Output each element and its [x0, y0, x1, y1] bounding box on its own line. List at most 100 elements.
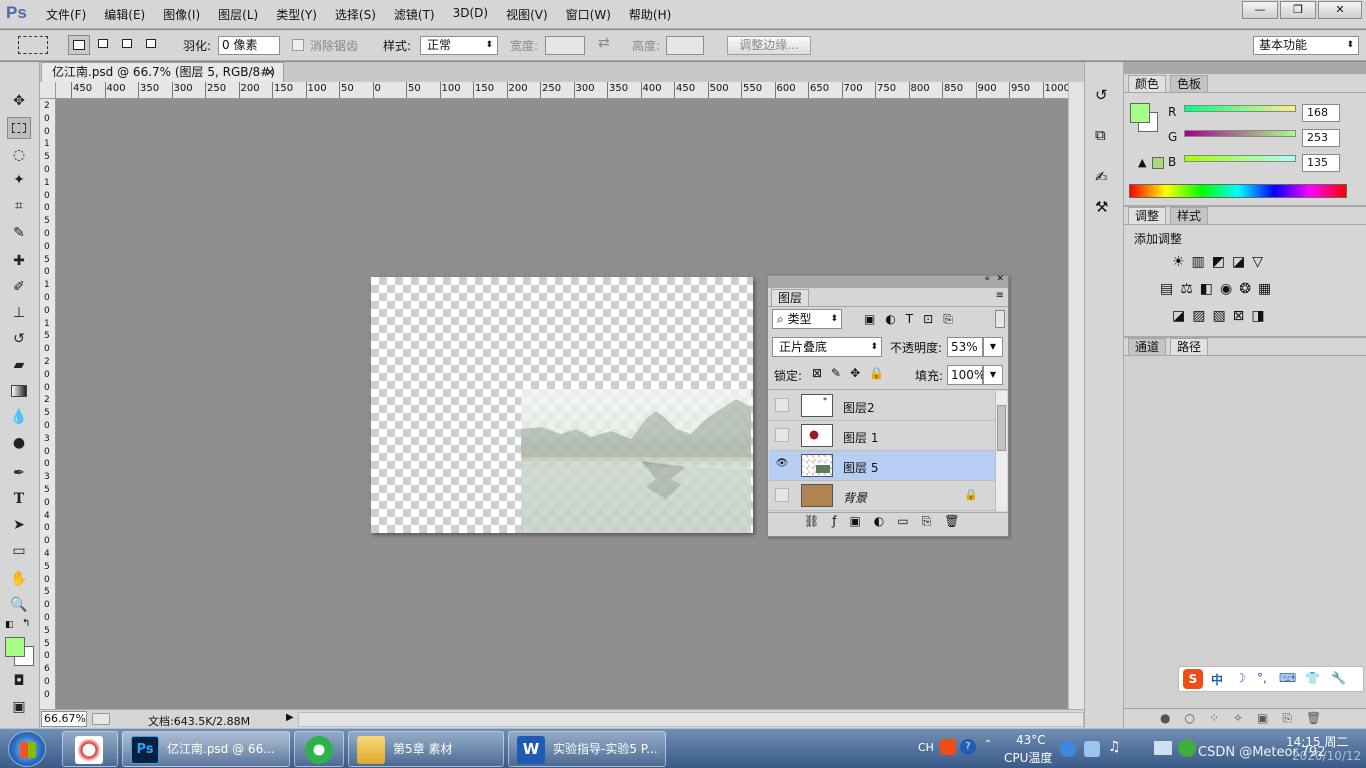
layer-name[interactable]: 图层2	[843, 399, 875, 416]
taskbar-app-folder[interactable]: 第5章 素材	[348, 731, 504, 767]
layer-filter-select[interactable]: ⌕ 类型 ⬍	[772, 309, 842, 329]
swap-colors-icon[interactable]: ↰	[22, 618, 30, 629]
healing-brush-icon[interactable]: ✚	[7, 250, 31, 272]
taskbar-app-photoshop[interactable]: Ps 亿江南.psd @ 66...	[122, 731, 290, 767]
tab-layers[interactable]: 图层	[771, 289, 810, 306]
tab-color[interactable]: 颜色	[1128, 75, 1167, 92]
channel-r-slider[interactable]	[1184, 105, 1296, 112]
lock-icons[interactable]: ⊠✎✥🔒	[812, 366, 893, 380]
gamut-warning-icon[interactable]: ▲	[1138, 156, 1146, 169]
width-input[interactable]	[545, 36, 585, 55]
security-tray-icon[interactable]	[1084, 741, 1100, 757]
color-fg-swatch[interactable]	[1130, 103, 1150, 123]
layers-scrollbar[interactable]	[995, 391, 1007, 511]
adjustment-icons-row2[interactable]: ▤⚖◧◉❂▦	[1160, 281, 1278, 297]
horizontal-scrollbar[interactable]	[298, 712, 1084, 727]
lasso-tool-icon[interactable]: ◌	[7, 144, 31, 166]
channel-b-slider[interactable]	[1184, 155, 1296, 162]
close-tab-icon[interactable]: ×	[265, 63, 275, 81]
notification-icon[interactable]: ♫	[1108, 739, 1121, 755]
ime-toolbar[interactable]: S 中 ☽ °, ⌨ 👕 🔧	[1178, 666, 1364, 692]
blend-mode-select[interactable]: 正片叠底 ⬍	[772, 337, 882, 357]
skin-icon[interactable]: 👕	[1305, 671, 1320, 685]
export-icon[interactable]	[92, 713, 110, 725]
eyedropper-icon[interactable]: ✎	[7, 222, 31, 244]
tray-app-icon[interactable]	[1060, 741, 1076, 757]
menu-type[interactable]: 类型(Y)	[276, 6, 325, 23]
wrench-icon[interactable]: 🔧	[1331, 671, 1346, 685]
marquee-tool-icon[interactable]	[7, 117, 31, 139]
clock-date[interactable]: 2020/10/12	[1292, 749, 1361, 763]
paths-list[interactable]	[1124, 356, 1366, 708]
path-selection-icon[interactable]: ➤	[7, 514, 31, 536]
tool-presets-icon[interactable]: ⚒	[1095, 198, 1108, 216]
shape-tool-icon[interactable]: ▭	[7, 540, 31, 562]
visibility-toggle[interactable]	[775, 428, 789, 442]
punctuation-icon[interactable]: °,	[1257, 671, 1267, 685]
color-spectrum[interactable]	[1129, 184, 1347, 198]
layer-name[interactable]: 图层 5	[843, 459, 878, 476]
hand-tool-icon[interactable]: ✋	[7, 568, 31, 590]
document-canvas[interactable]	[371, 277, 753, 533]
vertical-scrollbar[interactable]	[1068, 82, 1084, 709]
default-colors-icon[interactable]: ◧	[5, 620, 14, 630]
screen-mode-icon[interactable]: ▣	[7, 696, 31, 718]
opacity-dropdown-icon[interactable]: ▼	[983, 337, 1003, 357]
layer-name[interactable]: 背景	[843, 489, 867, 506]
channel-b-input[interactable]: 135	[1302, 154, 1340, 172]
eraser-tool-icon[interactable]: ▰	[7, 354, 31, 376]
menu-layer[interactable]: 图层(L)	[218, 6, 266, 23]
menu-3d[interactable]: 3D(D)	[453, 6, 496, 23]
history-icon[interactable]: ↺	[1095, 86, 1108, 104]
add-selection-icon[interactable]	[94, 35, 116, 55]
layer-filter-icons[interactable]: ▣◐T⊡⎘	[864, 312, 963, 327]
blur-tool-icon[interactable]: 💧	[7, 406, 31, 428]
update-tray-icon[interactable]	[1178, 739, 1196, 757]
layer-row[interactable]: 背景 🔒	[769, 481, 995, 511]
menu-help[interactable]: 帮助(H)	[629, 6, 679, 23]
type-tool-icon[interactable]: T	[7, 488, 31, 510]
document-tab[interactable]: 亿江南.psd @ 66.7% (图层 5, RGB/8#) * ×	[41, 62, 284, 97]
tab-swatches[interactable]: 色板	[1170, 75, 1209, 92]
close-button[interactable]: ✕	[1318, 1, 1362, 19]
menu-edit[interactable]: 编辑(E)	[104, 6, 153, 23]
zoom-tool-icon[interactable]: 🔍	[7, 594, 31, 616]
quick-mask-icon[interactable]: ◘	[7, 670, 31, 692]
taskbar-app-360[interactable]	[294, 731, 344, 767]
moon-icon[interactable]: ☽	[1235, 671, 1246, 685]
workspace-select[interactable]: 基本功能 ⬍	[1253, 36, 1359, 55]
taskbar-app-snipping[interactable]	[62, 731, 118, 767]
clock-time[interactable]: 14:15 周二	[1286, 733, 1348, 750]
visibility-toggle[interactable]	[775, 488, 789, 502]
restore-button[interactable]: ❐	[1280, 1, 1316, 19]
move-tool-icon[interactable]: ✥	[7, 90, 31, 112]
zoom-input[interactable]: 66.67%	[41, 711, 87, 727]
foreground-color-swatch[interactable]	[5, 637, 25, 657]
tab-adjustments[interactable]: 调整	[1128, 207, 1167, 224]
eye-icon[interactable]: 👁	[775, 458, 789, 472]
sogou-icon[interactable]: S	[1183, 669, 1203, 689]
help-icon[interactable]: ?	[960, 739, 976, 755]
ime-mode-icon[interactable]: 中	[1211, 671, 1223, 688]
tab-channels[interactable]: 通道	[1128, 338, 1167, 355]
3d-icon[interactable]: ⧉	[1095, 126, 1106, 144]
layer-row-selected[interactable]: 👁 图层 5	[769, 451, 995, 481]
path-action-icons[interactable]: ●○⁘✧▣⎘🗑	[1160, 711, 1335, 726]
dodge-tool-icon[interactable]: ●	[7, 432, 31, 454]
brush-presets-icon[interactable]: ✍	[1095, 168, 1108, 186]
menu-view[interactable]: 视图(V)	[506, 6, 556, 23]
layer-row[interactable]: * 图层2	[769, 391, 995, 421]
layer-row[interactable]: 图层 1	[769, 421, 995, 451]
height-input[interactable]	[666, 36, 704, 55]
marquee-preset-icon[interactable]	[18, 36, 48, 54]
fill-input[interactable]: 100%	[947, 365, 985, 385]
magic-wand-icon[interactable]: ✦	[7, 169, 31, 191]
visibility-toggle[interactable]	[775, 398, 789, 412]
menu-window[interactable]: 窗口(W)	[566, 6, 619, 23]
antialias-checkbox[interactable]	[292, 39, 304, 51]
menu-file[interactable]: 文件(F)	[46, 6, 94, 23]
layer-actions-bar[interactable]: ⛓ƒ▣◐▭⎘🗑	[804, 514, 972, 529]
keyboard-icon[interactable]: ⌨	[1279, 671, 1296, 685]
pen-tool-icon[interactable]: ✒	[7, 462, 31, 484]
adjustment-icons-row3[interactable]: ◪▨▧⊠◨	[1172, 308, 1272, 324]
